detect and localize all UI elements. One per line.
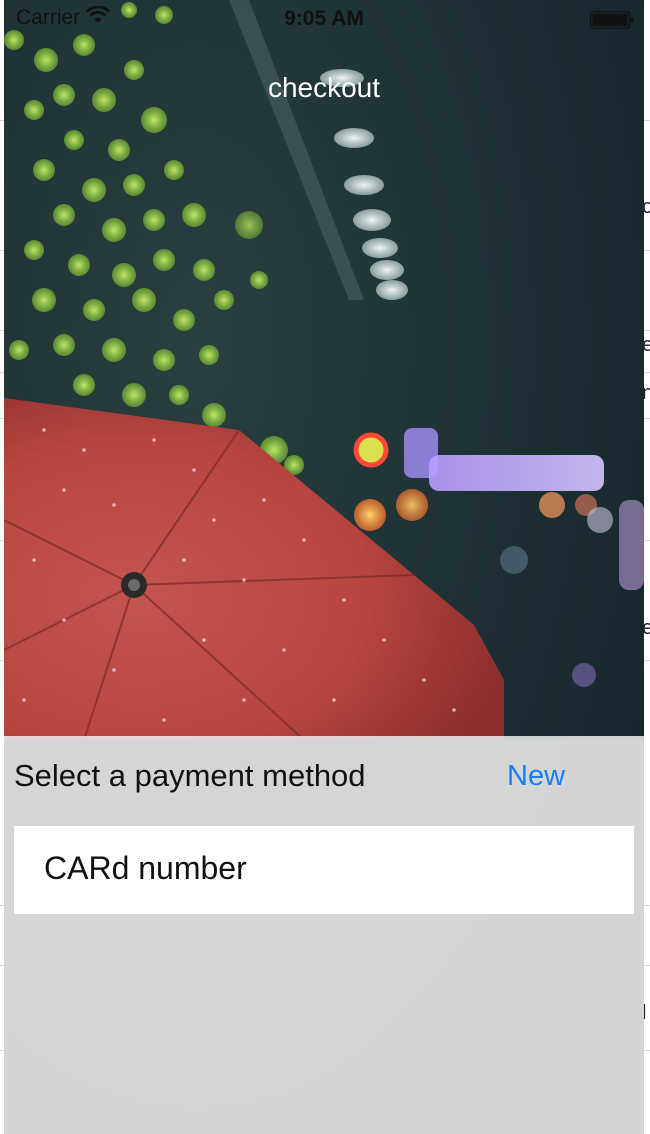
payment-panel-header: Select a payment method New: [4, 736, 644, 826]
card-number-label: CARd number: [44, 850, 247, 886]
battery-icon: [589, 10, 634, 30]
payment-method-panel: Select a payment method New CARd number: [4, 736, 644, 1134]
checkout-view: Carrier 9:05 AM checkout Select a paymen…: [4, 0, 644, 1134]
card-number-row[interactable]: CARd number: [14, 826, 634, 914]
new-payment-button[interactable]: New: [507, 760, 565, 793]
status-time: 9:05 AM: [284, 7, 364, 30]
status-bar: Carrier 9:05 AM: [4, 0, 644, 40]
nav-title: checkout: [267, 72, 381, 103]
screen: o e n e l Carrier 9:05 AM checkout Selec…: [0, 0, 650, 1134]
payment-method-title: Select a payment method: [14, 758, 366, 793]
